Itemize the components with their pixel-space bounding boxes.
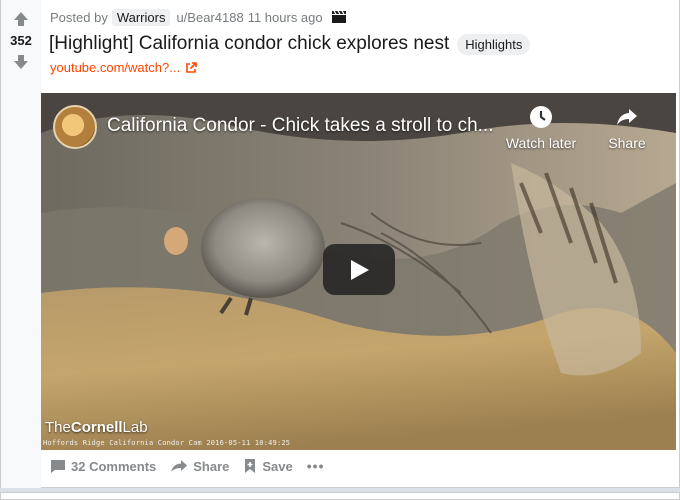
post-title-row: [Highlight] California condor chick expl… — [49, 33, 531, 55]
camera-timestamp: Hoffords Ridge California Condor Cam 201… — [43, 439, 291, 447]
post-time: 11 hours ago — [247, 9, 323, 25]
vote-score: 352 — [10, 33, 32, 48]
share-icon — [171, 460, 188, 472]
play-button[interactable] — [323, 244, 395, 295]
share-arrow-icon — [617, 109, 637, 125]
author-link[interactable]: u/Bear4188 — [176, 10, 243, 25]
watch-later-button[interactable]: Watch later — [496, 105, 586, 151]
channel-avatar[interactable] — [53, 105, 97, 149]
video-share-label: Share — [608, 135, 646, 151]
watch-later-label: Watch later — [505, 135, 577, 151]
clock-icon — [530, 106, 552, 128]
external-link[interactable]: youtube.com/watch?... — [50, 60, 197, 75]
post-meta: Posted by Warriors u/Bear4188 11 hours a… — [50, 8, 347, 26]
video-share-button[interactable]: Share — [582, 105, 672, 151]
cornell-lab-logo: TheCornellLab — [45, 419, 148, 436]
downvote-icon[interactable] — [12, 53, 30, 71]
post-actions: 32 Comments Share Save ••• — [50, 456, 338, 476]
save-icon — [245, 459, 256, 473]
external-link-icon — [186, 61, 197, 73]
comment-icon — [51, 460, 65, 473]
vote-column: 352 — [1, 0, 41, 488]
posted-by-label: Posted by — [50, 9, 108, 25]
post-card: 352 Posted by Warriors u/Bear4188 11 hou… — [0, 0, 680, 488]
comments-button[interactable]: 32 Comments — [50, 458, 156, 474]
post-flair[interactable]: Highlights — [457, 33, 531, 55]
brand-suffix: Lab — [122, 419, 148, 436]
video-title[interactable]: California Condor - Chick takes a stroll… — [107, 115, 494, 137]
clapperboard-icon — [331, 10, 346, 23]
more-options-button[interactable]: ••• — [307, 458, 325, 474]
brand-bold: Cornell — [70, 419, 123, 436]
next-post-card — [0, 492, 680, 500]
play-icon — [351, 260, 369, 280]
comments-label: 32 Comments — [71, 458, 157, 474]
save-button[interactable]: Save — [243, 458, 293, 474]
link-text[interactable]: youtube.com/watch?... — [50, 60, 180, 75]
post-title[interactable]: [Highlight] California condor chick expl… — [49, 33, 449, 55]
brand-prefix: The — [45, 419, 71, 436]
user-flair: Warriors — [111, 8, 171, 26]
upvote-icon[interactable] — [12, 10, 30, 28]
video-embed[interactable]: California Condor - Chick takes a stroll… — [41, 93, 676, 450]
share-button[interactable]: Share — [170, 458, 229, 474]
share-label: Share — [193, 458, 230, 474]
save-label: Save — [262, 458, 293, 474]
